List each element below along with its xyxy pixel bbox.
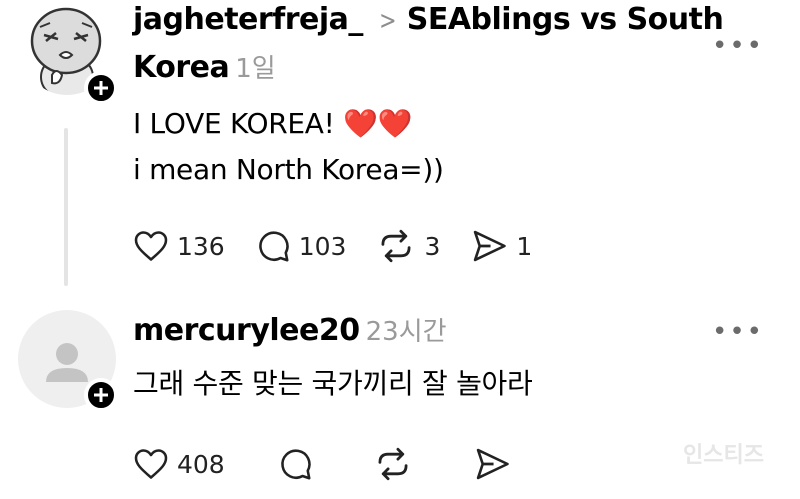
thread-line bbox=[64, 128, 68, 286]
follow-plus-button[interactable] bbox=[84, 378, 118, 412]
thread-title[interactable]: SEAblings vs South bbox=[407, 2, 724, 37]
repost-button[interactable] bbox=[373, 446, 421, 482]
chevron-right-icon: > bbox=[379, 6, 397, 36]
action-bar: 136 103 3 1 bbox=[133, 226, 562, 266]
comment-count: 103 bbox=[298, 231, 347, 261]
username[interactable]: jagheterfreja_ bbox=[133, 2, 363, 37]
repost-icon bbox=[381, 229, 411, 263]
timestamp: 1일 bbox=[235, 54, 276, 84]
like-button[interactable]: 136 bbox=[133, 229, 225, 263]
follow-plus-button[interactable] bbox=[84, 71, 118, 105]
action-bar: 408 bbox=[133, 444, 549, 484]
threads-feed: jagheterfreja_ > SEAblings vs South Korea 1… bbox=[0, 0, 800, 499]
repost-button[interactable]: 3 bbox=[376, 228, 440, 264]
share-button[interactable]: 1 bbox=[470, 229, 532, 263]
post-text: i mean North Korea=)) bbox=[133, 153, 444, 186]
post-header-line2: Korea 1일 bbox=[133, 48, 276, 89]
share-icon bbox=[476, 448, 509, 480]
post-text-line-1: I LOVE KOREA! ❤️❤️ bbox=[133, 100, 413, 148]
share-button[interactable] bbox=[473, 447, 519, 481]
more-icon[interactable]: ••• bbox=[712, 319, 764, 345]
repost-icon bbox=[378, 447, 408, 481]
like-count: 408 bbox=[177, 449, 225, 479]
timestamp: 23시간 bbox=[365, 317, 447, 347]
post-text: I LOVE KOREA! ❤️❤️ bbox=[133, 107, 413, 140]
post-text-line-1: 그래 수준 맞는 국가끼리 잘 놀아라 bbox=[133, 360, 533, 408]
comment-icon bbox=[280, 449, 311, 480]
watermark: 인스티즈 bbox=[683, 443, 764, 468]
post-header: mercurylee20 23시간 bbox=[133, 311, 447, 352]
post-jagheterfreja: jagheterfreja_ > SEAblings vs South Korea 1… bbox=[0, 0, 800, 295]
username[interactable]: mercurylee20 bbox=[133, 313, 360, 348]
like-count: 136 bbox=[177, 231, 225, 261]
heart-icon bbox=[134, 449, 168, 479]
repost-count: 3 bbox=[424, 231, 441, 261]
share-count: 1 bbox=[516, 231, 533, 261]
comment-icon bbox=[258, 231, 289, 262]
more-icon[interactable]: ••• bbox=[712, 33, 764, 59]
heart-icon bbox=[134, 231, 168, 261]
thread-title-continued[interactable]: Korea bbox=[133, 50, 230, 85]
post-header-line1: jagheterfreja_ > SEAblings vs South bbox=[133, 0, 724, 41]
post-text-line-2: i mean North Korea=)) bbox=[133, 146, 444, 194]
like-button[interactable]: 408 bbox=[133, 447, 225, 481]
post-text: 그래 수준 맞는 국가끼리 잘 놀아라 bbox=[133, 367, 533, 400]
comment-button[interactable]: 103 bbox=[255, 228, 347, 264]
share-icon bbox=[474, 230, 507, 262]
comment-button[interactable] bbox=[277, 446, 321, 482]
